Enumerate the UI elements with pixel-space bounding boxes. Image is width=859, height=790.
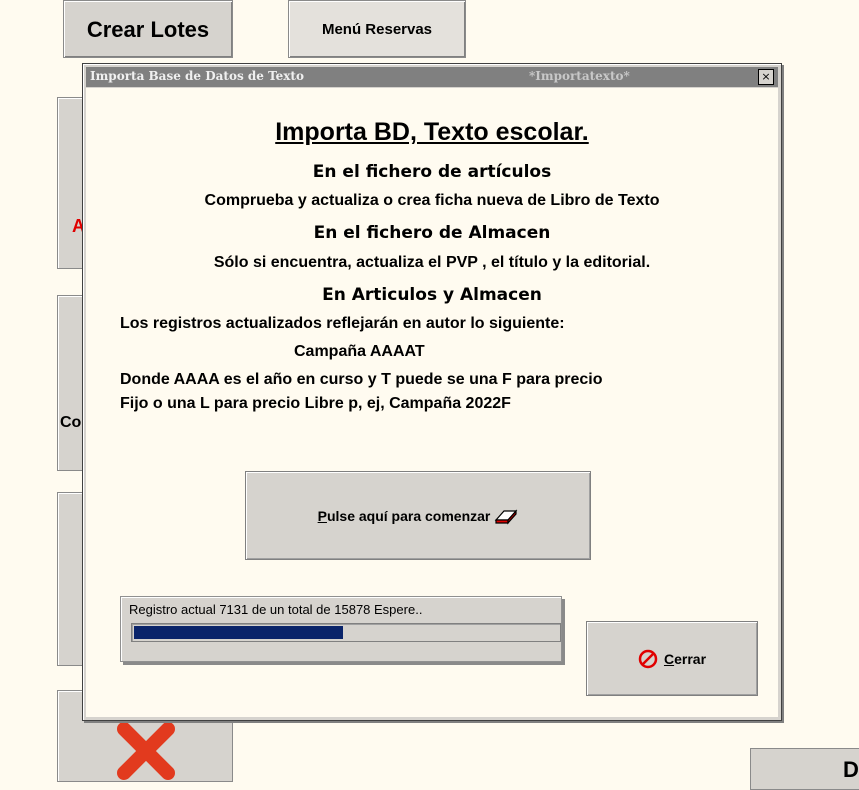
section3-title: En Articulos y Almacen — [322, 285, 542, 305]
section1-title: En el fichero de artículos — [312, 162, 552, 182]
section3-text-1: Los registros actualizados reflejarán en… — [120, 315, 565, 332]
close-button-text: errar — [674, 650, 707, 667]
dialog-title: Importa Base de Datos de Texto — [90, 69, 304, 83]
section3-text-4: Fijo o una L para precio Libre p, ej, Ca… — [120, 395, 511, 412]
import-dialog: Importa Base de Datos de Texto *Importat… — [82, 63, 782, 721]
red-x-icon — [117, 722, 175, 780]
dialog-content: Importa BD, Texto escolar. En el fichero… — [86, 88, 778, 717]
background-button[interactable]: D — [750, 748, 859, 790]
section2-text: Sólo si encuentra, actualiza el PVP , el… — [213, 254, 651, 271]
close-button[interactable]: Cerrar — [586, 621, 758, 696]
start-button-text: ulse aquí para comenzar — [326, 507, 491, 524]
progress-bar-fill — [134, 626, 343, 639]
start-button-mnemonic: P — [317, 507, 327, 524]
start-button-label: Pulse aquí para comenzar — [318, 508, 491, 524]
section3-text-2: Campaña AAAAT — [294, 343, 425, 360]
tab-crear-lotes[interactable]: Crear Lotes — [63, 0, 233, 58]
close-button-label: Cerrar — [664, 651, 706, 667]
eraser-icon — [495, 508, 518, 525]
background-button-label: D — [843, 757, 859, 782]
cancel-icon — [638, 649, 658, 668]
status-text: Registro actual 7131 de un total de 1587… — [129, 602, 423, 617]
section2-title: En el fichero de Almacen — [313, 223, 551, 243]
progress-bar — [131, 623, 561, 642]
dialog-form-name: *Importatexto* — [529, 69, 630, 83]
tab-menu-reservas[interactable]: Menú Reservas — [288, 0, 466, 58]
side-button-b-label: Co — [60, 414, 82, 431]
close-button-mnemonic: C — [663, 650, 675, 667]
section3-text-3: Donde AAAA es el año en curso y T puede … — [120, 371, 603, 388]
dialog-titlebar[interactable]: Importa Base de Datos de Texto *Importat… — [86, 67, 778, 87]
start-button[interactable]: Pulse aquí para comenzar — [245, 471, 591, 560]
status-panel: Registro actual 7131 de un total de 1587… — [120, 596, 562, 662]
page-title: Importa BD, Texto escolar. — [275, 118, 589, 146]
section1-text: Comprueba y actualiza o crea ficha nueva… — [204, 192, 660, 209]
close-icon[interactable]: × — [758, 69, 774, 85]
